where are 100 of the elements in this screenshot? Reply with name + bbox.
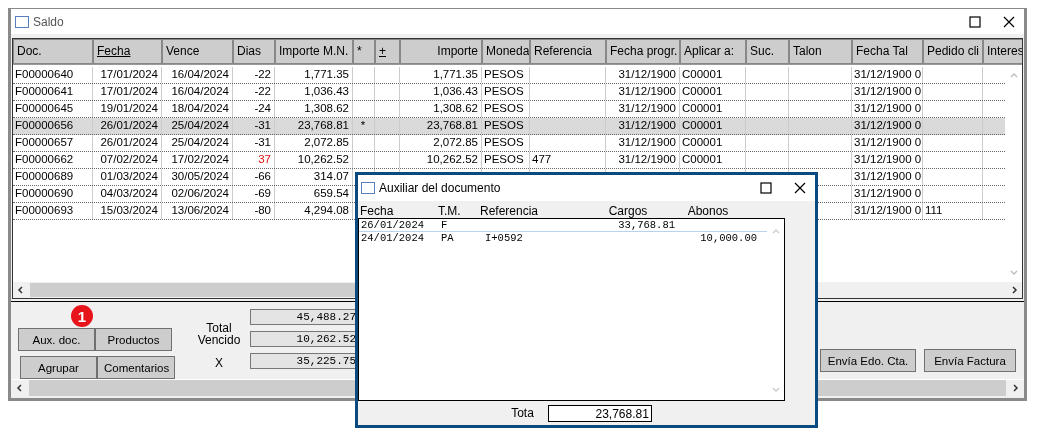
table-cell: * — [353, 118, 375, 135]
column-header[interactable]: Vence — [162, 39, 233, 65]
table-cell: 31/12/1900 — [606, 67, 680, 84]
total-field: 23,768.81 — [547, 404, 652, 422]
column-header[interactable]: Importe M.N. — [275, 39, 353, 65]
table-cell: F00000641 — [13, 84, 93, 101]
column-header[interactable]: Referencia — [530, 39, 606, 65]
table-cell: 23,768.81 — [275, 118, 353, 135]
table-cell: 31/12/1900 — [606, 84, 680, 101]
column-header: Referencia — [480, 204, 540, 218]
list-row[interactable]: 26/01/2024 F 33,768.81 — [359, 219, 767, 232]
maximize-icon[interactable] — [760, 182, 772, 194]
column-header: Cargos — [607, 204, 649, 218]
table-cell: -22 — [233, 67, 275, 84]
table-cell: F00000657 — [13, 135, 93, 152]
column-header[interactable]: Dias — [233, 39, 275, 65]
close-icon[interactable] — [794, 182, 806, 194]
action-button[interactable]: Agrupar — [20, 356, 97, 379]
table-cell: 26/01/2024 — [93, 118, 162, 135]
table-cell: 1,771.35 — [275, 67, 353, 84]
list-row[interactable]: 24/01/2024 PA I+0592 10,000.00 — [359, 232, 767, 245]
list-cell-text: 26/01/2024 — [360, 219, 425, 231]
table-cell: 26/01/2024 — [93, 135, 162, 152]
table-cell: 17/01/2024 — [93, 67, 162, 84]
window-title: Saldo — [33, 14, 65, 29]
table-cell: PESOS — [482, 135, 530, 152]
table-cell: 31/12/1900 0 — [852, 152, 923, 169]
table-cell: 314.07 — [275, 169, 353, 186]
scroll-left-icon[interactable] — [16, 285, 26, 295]
total-label: Vencido — [197, 334, 241, 346]
action-button[interactable]: Productos — [95, 328, 172, 351]
table-cell: PESOS — [482, 67, 530, 84]
table-cell: 37 — [233, 152, 275, 169]
table-cell: 31/12/1900 0 — [852, 169, 923, 186]
table-cell: -31 — [233, 135, 275, 152]
table-cell: 31/12/1900 — [606, 135, 680, 152]
table-row[interactable]: F00000641 17/01/2024 16/04/2024 -22 1,036.43 1,036.43 PESOS 31/12/1900 C00001 31/12/1900 0 — [13, 84, 1005, 102]
table-cell: C00001 — [680, 152, 746, 169]
table-row[interactable]: F00000657 26/01/2024 25/04/2024 -31 2,072.85 2,072.85 PESOS 31/12/1900 C00001 31/12/1900 0 — [13, 135, 1005, 153]
maximize-icon[interactable] — [969, 15, 981, 28]
table-cell: 111 — [923, 203, 983, 220]
scroll-right-icon[interactable] — [1009, 285, 1019, 295]
send-button[interactable]: Envía Edo. Cta. — [820, 349, 916, 372]
table-cell: 31/12/1900 0 — [852, 203, 923, 220]
column-header: Fecha — [360, 204, 395, 218]
column-header[interactable]: Doc. — [13, 39, 93, 65]
table-cell: PESOS — [482, 152, 530, 169]
column-header[interactable]: * — [353, 39, 375, 65]
table-cell: C00001 — [680, 67, 746, 84]
table-row[interactable]: F00000640 17/01/2024 16/04/2024 -22 1,771.35 1,771.35 PESOS 31/12/1900 C00001 31/12/1900 0 — [13, 67, 1005, 85]
column-header[interactable]: Importe — [400, 39, 482, 65]
table-cell: -24 — [233, 101, 275, 118]
close-icon[interactable] — [1003, 15, 1015, 28]
table-cell: F00000689 — [13, 169, 93, 186]
table-cell: 10,262.52 — [400, 152, 482, 169]
table-cell: 25/04/2024 — [162, 135, 233, 152]
table-cell: 15/03/2024 — [93, 203, 162, 220]
list-cell-text: PA — [440, 232, 455, 244]
column-header[interactable]: Talon — [789, 39, 852, 65]
column-header[interactable]: + — [375, 39, 400, 65]
action-button[interactable]: Comentarios — [97, 356, 175, 379]
table-cell: 2,072.85 — [400, 135, 482, 152]
column-header[interactable]: Fecha — [93, 39, 162, 65]
table-cell: 25/04/2024 — [162, 118, 233, 135]
table-cell: 31/12/1900 0 — [852, 84, 923, 101]
column-header[interactable]: Suc. — [746, 39, 789, 65]
table-cell: -22 — [233, 84, 275, 101]
table-cell: F00000662 — [13, 152, 93, 169]
column-header: T.M. — [438, 204, 462, 218]
table-cell: 18/04/2024 — [162, 101, 233, 118]
table-cell: 17/01/2024 — [93, 84, 162, 101]
total-label: Total — [206, 322, 232, 334]
table-cell: C00001 — [680, 84, 746, 101]
table-cell: C00001 — [680, 118, 746, 135]
table-row[interactable]: F00000656 26/01/2024 25/04/2024 -31 23,768.81 * 23,768.81 PESOS 31/12/1900 C00001 31/12/1900 0 — [13, 118, 1005, 136]
action-button[interactable]: Aux. doc. — [18, 328, 95, 351]
scroll-left-icon[interactable] — [15, 383, 25, 393]
table-row[interactable]: F00000662 07/02/2024 17/02/2024 37 10,262.52 10,262.52 PESOS 477 31/12/1900 C00001 31/12/1900 0 — [13, 152, 1005, 170]
list-cell-text: 10,000.00 — [699, 232, 757, 244]
table-cell: F00000645 — [13, 101, 93, 118]
table-cell: 13/06/2024 — [162, 203, 233, 220]
table-cell: 31/12/1900 0 — [852, 118, 923, 135]
table-cell: 31/12/1900 0 — [852, 67, 923, 84]
column-header[interactable]: Aplicar a: — [680, 39, 746, 65]
table-cell: F00000690 — [13, 186, 93, 203]
column-header[interactable]: Pedido cli — [923, 39, 983, 65]
table-cell: 659.54 — [275, 186, 353, 203]
total-label: Tota — [511, 406, 534, 420]
column-header[interactable]: Fecha Tal — [852, 39, 923, 65]
table-cell: 1,308.62 — [400, 101, 482, 118]
table-cell: 31/12/1900 — [606, 118, 680, 135]
column-header[interactable]: Fecha progr. — [606, 39, 680, 65]
send-button[interactable]: Envía Factura — [924, 349, 1016, 372]
column-header[interactable]: Moneda — [482, 39, 530, 65]
window-icon — [15, 15, 29, 28]
table-cell: 07/02/2024 — [93, 152, 162, 169]
scroll-right-icon[interactable] — [1010, 383, 1020, 393]
table-cell: 31/12/1900 — [606, 152, 680, 169]
list-cell-text: I+0592 — [484, 232, 524, 244]
table-cell: 10,262.52 — [275, 152, 353, 169]
